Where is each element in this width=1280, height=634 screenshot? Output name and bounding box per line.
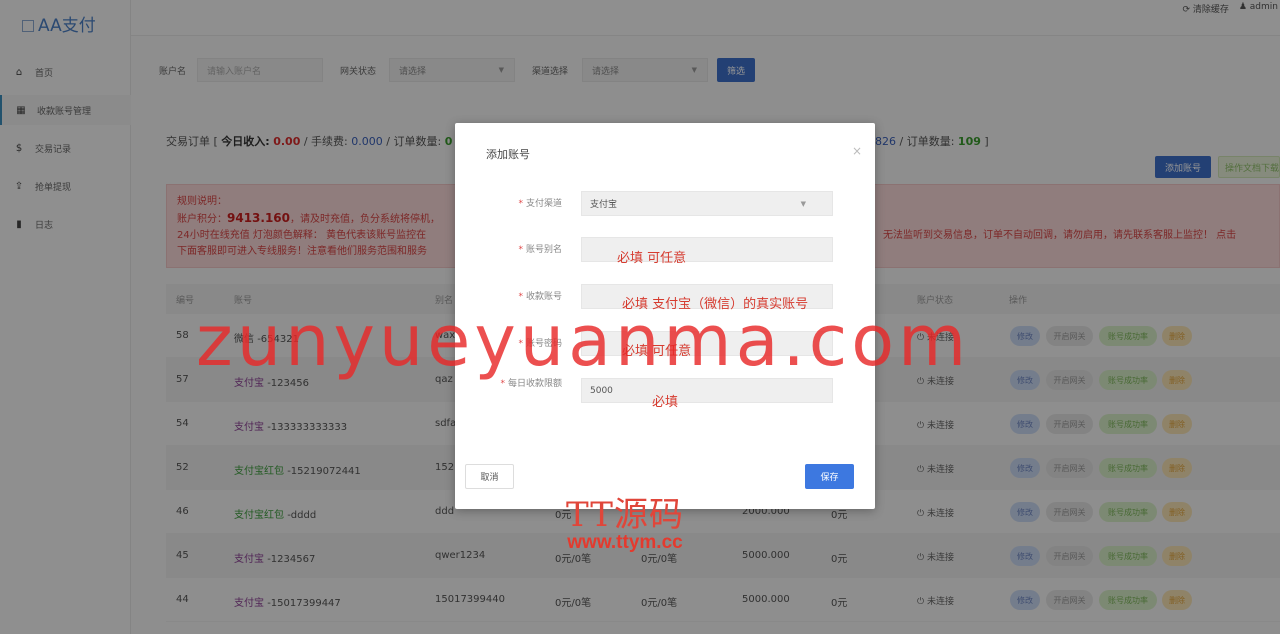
password-field-label: * 账号密码	[518, 339, 562, 349]
alias-field-label: * 账号别名	[518, 245, 562, 255]
account-hint: 必填 支付宝（微信）的真实账号	[622, 297, 809, 312]
add-account-modal: 添加账号 × * 支付渠道 支付宝 ▼ * 账号别名 * 收款账号 * 账号密码 * 每日…	[455, 123, 875, 509]
chevron-down-icon: ▼	[800, 200, 806, 208]
limit-field-label: * 每日收款限额	[500, 379, 562, 389]
password-hint: 必填 可任意	[622, 344, 692, 359]
close-icon[interactable]: ×	[852, 144, 862, 158]
account-field-label: * 收款账号	[518, 292, 562, 302]
cancel-button[interactable]: 取消	[465, 464, 514, 489]
app-root: AA支付 ⌂ 首页 ▦ 收款账号管理 $ 交易记录 ⇪ 抢单提现 ▮ 日志 ⟳ …	[0, 0, 1280, 634]
password-field-input[interactable]	[581, 331, 833, 356]
limit-field-input[interactable]: 5000	[581, 378, 833, 403]
channel-field-select[interactable]: 支付宝 ▼	[581, 191, 833, 216]
save-button[interactable]: 保存	[805, 464, 854, 489]
channel-field-label: * 支付渠道	[518, 199, 562, 209]
alias-hint: 必填 可任意	[617, 251, 687, 266]
modal-title: 添加账号	[486, 148, 530, 161]
limit-hint: 必填	[652, 395, 679, 410]
